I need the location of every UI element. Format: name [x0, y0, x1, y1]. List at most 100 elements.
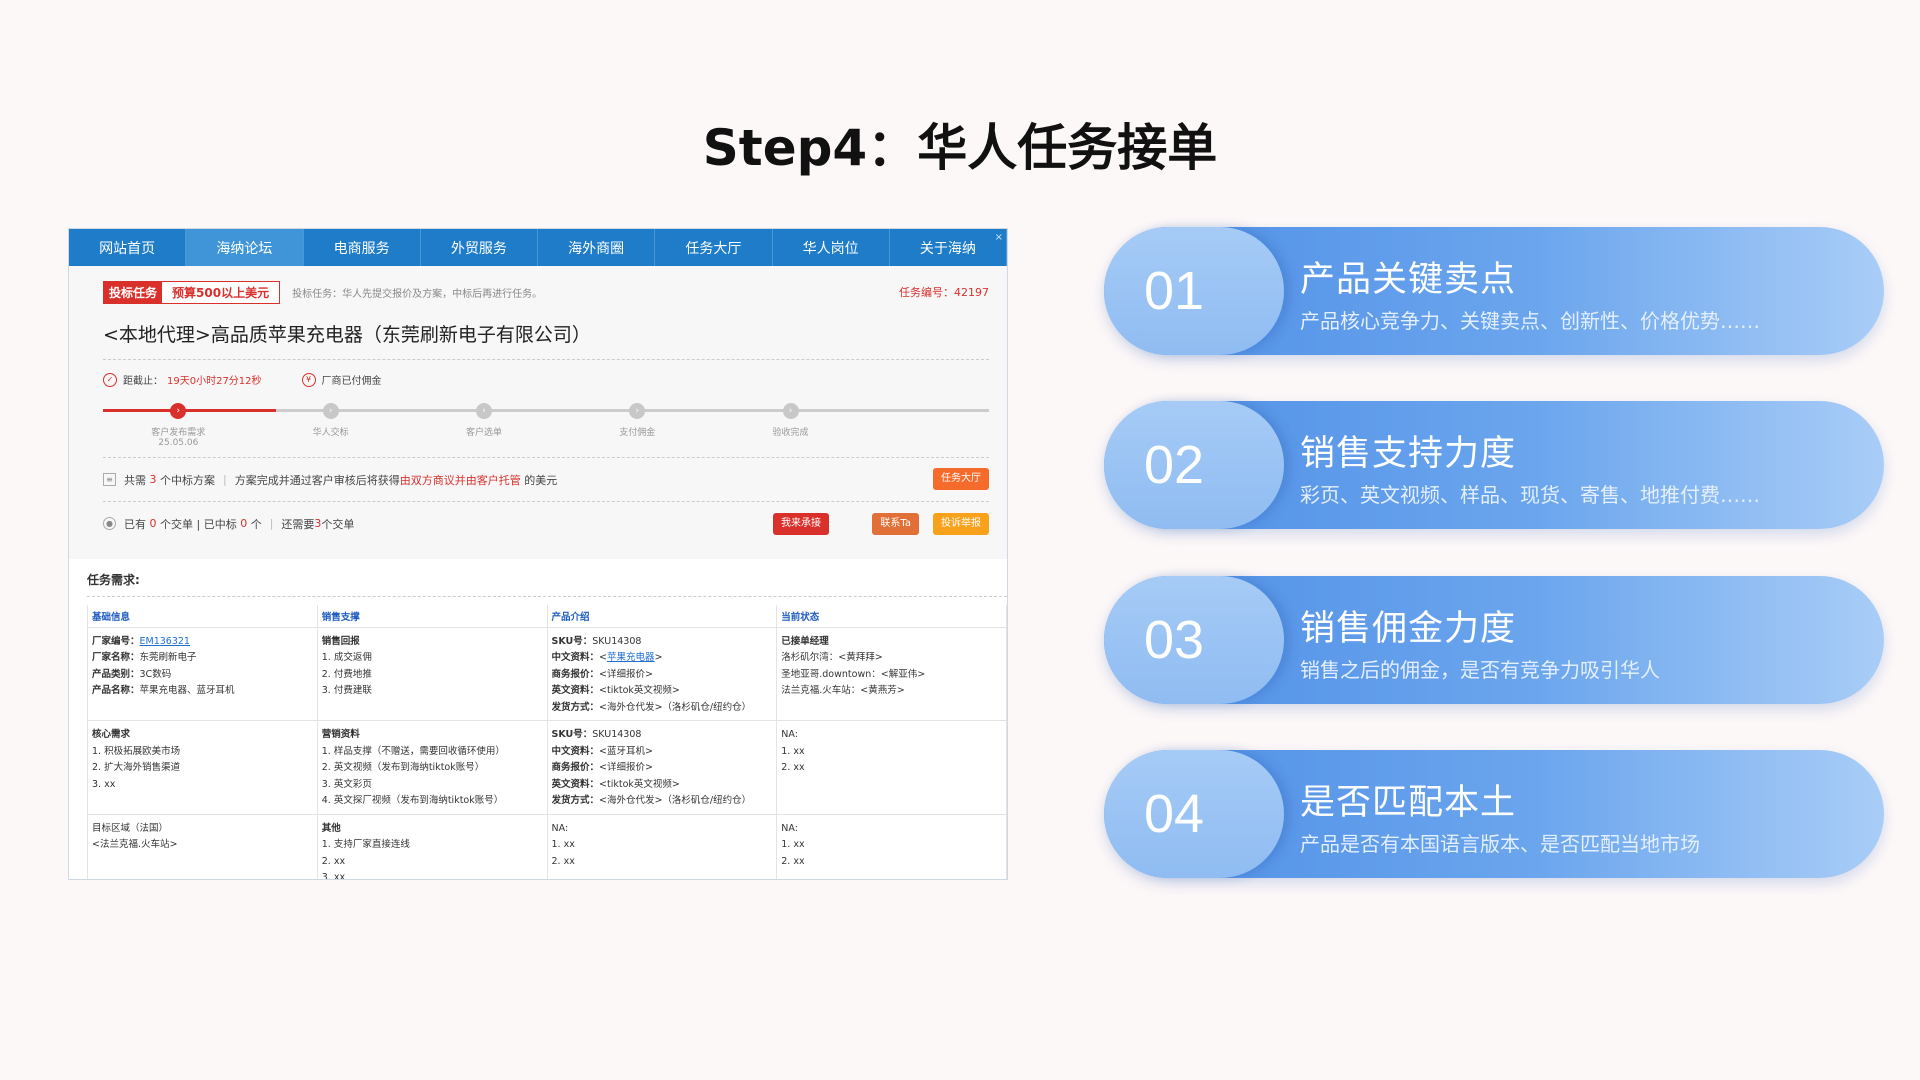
cell-line: 产品类别：3C数码 — [92, 667, 313, 684]
accept-button[interactable]: 我来承接 — [773, 513, 829, 535]
task-hall-button[interactable]: 任务大厅 — [933, 468, 989, 490]
task-tag: 投标任务 预算500以上美元 — [103, 280, 281, 304]
cell-value: 法兰克福.火车站：<黄燕芳> — [781, 685, 905, 696]
cell-line: NA: — [552, 821, 773, 838]
nav-item-task-hall[interactable]: 任务大厅 — [655, 229, 773, 266]
cell-line: 商务报价：<详细报价> — [552, 760, 773, 777]
nav-item-home[interactable]: 网站首页 — [69, 229, 187, 266]
deadline-label: 距截止： — [123, 376, 163, 387]
cell-line: 1. 样品支撑（不赠送，需要回收循环使用） — [322, 744, 543, 761]
cell-value: 洛杉矶尔湾：<黄拜拜> — [781, 652, 883, 663]
step-label: 华人交标 — [312, 428, 349, 438]
col-header-basic: 基础信息 — [87, 605, 318, 628]
plan-row: ≡ 共需 3 个中标方案 | 方案完成并通过客户审核后将获得 由双方商议并由客户… — [103, 457, 989, 501]
task-summary: 投标任务 预算500以上美元 投标任务：华人先提交报价及方案，中标后再进行任务。… — [69, 266, 1007, 559]
cell-value: 2. xx — [781, 762, 805, 773]
cell-key: 核心需求 — [92, 729, 131, 740]
table-row: 厂家编号：EM136321 厂家名称：东莞刷新电子 产品类别：3C数码 产品名称：苹果… — [87, 626, 1007, 721]
cell-line: 1. xx — [781, 744, 1002, 761]
card-subtitle: 产品是否有本国语言版本、是否匹配当地市场 — [1300, 832, 1700, 856]
table-cell: 营销资料 1. 样品支撑（不赠送，需要回收循环使用） 2. 英文视频（发布到海纳ti… — [316, 720, 548, 815]
tag-note: 投标任务：华人先提交报价及方案，中标后再进行任务。 — [292, 288, 543, 300]
cell-link[interactable]: 苹果充电器 — [607, 652, 655, 663]
card-subtitle: 销售之后的佣金，是否有竞争力吸引华人 — [1300, 658, 1660, 682]
table-cell: NA: 1. xx 2. xx — [776, 720, 1007, 815]
cell-value: 4. 英文探厂视频（发布到海纳tiktok账号） — [321, 795, 504, 806]
nav-item-forum[interactable]: 海纳论坛 — [186, 229, 304, 266]
plan-commission: 由双方商议并由客户托管 — [399, 473, 521, 487]
cell-line: 1. xx — [781, 837, 1002, 854]
deadline-row: ✓ 距截止： 19天0小时27分12秒 ¥ 厂商已付佣金 — [103, 372, 989, 387]
contact-button[interactable]: 联系Ta — [872, 513, 919, 535]
nav-item-trade[interactable]: 外贸服务 — [421, 229, 538, 266]
cell-line: SKU号：SKU14308 — [552, 727, 773, 744]
cell-key: 营销资料 — [321, 729, 360, 740]
cell-line: 1. 成交返佣 — [322, 650, 543, 667]
budget-tag: 预算500以上美元 — [162, 281, 280, 303]
progress-step: › 客户选单 — [424, 397, 544, 438]
status-icon: ● — [103, 517, 116, 530]
cell-line: 发货方式：<海外仓代发>（洛杉矶仓/纽约仓） — [552, 700, 773, 717]
cell-key: 厂家编号： — [92, 635, 140, 647]
step-dot-icon: › — [629, 403, 646, 419]
cell-value: <海外仓代发>（洛杉矶仓/纽约仓） — [599, 795, 752, 806]
report-button[interactable]: 投诉举报 — [933, 513, 989, 535]
nav-item-about[interactable]: 关于海纳 — [890, 229, 1007, 266]
col-header-sales: 销售支撑 — [316, 605, 548, 628]
plan-prefix: 共需 — [124, 473, 146, 487]
col-header-product: 产品介绍 — [546, 605, 778, 628]
table-cell: NA: 1. xx 2. xx — [546, 813, 778, 879]
step-label: 客户选单 — [465, 428, 502, 438]
nav-item-jobs[interactable]: 华人岗位 — [773, 229, 890, 266]
cell-value: 2. xx — [781, 855, 805, 867]
card-number-badge: 01 — [1104, 227, 1284, 355]
document-icon: ≡ — [103, 473, 116, 486]
card-title: 销售佣金力度 — [1300, 609, 1517, 649]
status-a-count: 0 — [149, 517, 157, 530]
cell-value: 1. 成交返佣 — [321, 652, 372, 663]
status-c-count: 3 — [314, 517, 322, 530]
deadline-value: 19天0小时27分12秒 — [167, 376, 262, 387]
cell-line: 3. 付费建联 — [322, 683, 543, 700]
step-dot-icon: › — [322, 403, 339, 419]
close-icon[interactable]: × — [995, 232, 1003, 243]
cell-line: NA: — [781, 727, 1002, 744]
slide-title: Step4：华人任务接单 — [702, 119, 1218, 177]
yen-icon: ¥ — [301, 372, 316, 387]
cell-line: 英文资料：<tiktok英文视频> — [552, 683, 773, 700]
cell-key: 商务报价： — [551, 668, 600, 680]
cell-line: 3. 英文彩页 — [322, 777, 543, 794]
cell-value: <蓝牙耳机> — [599, 745, 653, 757]
task-progress: › 客户发布需求 25.05.06 › 华人交标 › 客户选单 › 支付佣金 › 验收完成 — [103, 397, 989, 457]
cell-line: 发货方式：<海外仓代发>（洛杉矶仓/纽约仓） — [552, 793, 773, 810]
card-number-badge: 02 — [1104, 401, 1284, 529]
cell-line: 英文资料：<tiktok英文视频> — [552, 777, 773, 794]
cell-link[interactable]: EM136321 — [140, 636, 190, 647]
cell-key: 商务报价： — [551, 762, 600, 773]
cell-line: 目标区域（法国） — [92, 821, 313, 838]
cell-value: 1. 支持厂家直接连线 — [321, 839, 410, 850]
cell-value: 目标区域（法国） — [92, 822, 169, 834]
plan-desc: 方案完成并通过客户审核后将获得 — [234, 473, 400, 487]
cell-line: 已接单经理 — [781, 634, 1002, 651]
cell-line: 2. 英文视频（发布到海纳tiktok账号） — [322, 760, 543, 777]
step-label: 验收完成 — [772, 428, 809, 438]
task-type-tag: 投标任务 — [104, 281, 163, 303]
nav-item-ecommerce[interactable]: 电商服务 — [304, 229, 421, 266]
cell-value: 3. xx — [321, 872, 346, 880]
feature-card: 01 产品关键卖点 产品核心竞争力、关键卖点、创新性、价格优势…… — [1104, 227, 1884, 355]
top-nav: 网站首页 海纳论坛 电商服务 外贸服务 海外商圈 任务大厅 华人岗位 关于海纳 … — [69, 229, 1007, 266]
status-a: 已有 — [124, 517, 146, 531]
cell-line: 营销资料 — [322, 727, 543, 744]
cell-key: 中文资料： — [551, 652, 600, 663]
cell-key: 销售回报 — [321, 635, 360, 647]
step-label: 支付佣金 — [619, 428, 656, 438]
plan-mid: 个中标方案 — [160, 473, 215, 487]
plan-count: 3 — [149, 473, 157, 486]
progress-step: › 验收完成 — [731, 397, 851, 438]
cell-line: 圣地亚哥.downtown：<解亚伟> — [781, 667, 1002, 684]
status-b-unit: 个 — [250, 517, 262, 531]
nav-item-business-circle[interactable]: 海外商圈 — [538, 229, 656, 266]
card-number-badge: 03 — [1104, 576, 1284, 704]
cell-line: 2. xx — [781, 760, 1002, 777]
